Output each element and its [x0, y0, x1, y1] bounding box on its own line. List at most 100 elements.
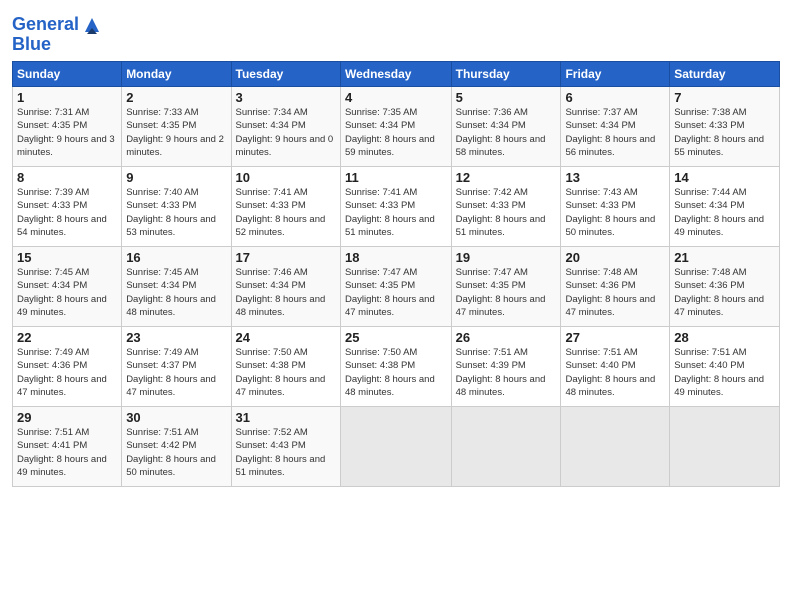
calendar-cell: 24 Sunrise: 7:50 AM Sunset: 4:38 PM Dayl…: [231, 327, 340, 407]
day-detail: Sunrise: 7:47 AM Sunset: 4:35 PM Dayligh…: [456, 267, 546, 318]
day-detail: Sunrise: 7:43 AM Sunset: 4:33 PM Dayligh…: [565, 187, 655, 238]
day-detail: Sunrise: 7:48 AM Sunset: 4:36 PM Dayligh…: [674, 267, 764, 318]
calendar-cell: 4 Sunrise: 7:35 AM Sunset: 4:34 PM Dayli…: [340, 87, 451, 167]
day-number: 6: [565, 90, 665, 105]
day-detail: Sunrise: 7:49 AM Sunset: 4:37 PM Dayligh…: [126, 347, 216, 398]
day-number: 19: [456, 250, 557, 265]
logo-blue-text: Blue: [12, 34, 103, 55]
day-detail: Sunrise: 7:39 AM Sunset: 4:33 PM Dayligh…: [17, 187, 107, 238]
calendar-cell: 27 Sunrise: 7:51 AM Sunset: 4:40 PM Dayl…: [561, 327, 670, 407]
day-number: 5: [456, 90, 557, 105]
day-detail: Sunrise: 7:38 AM Sunset: 4:33 PM Dayligh…: [674, 107, 764, 158]
day-number: 1: [17, 90, 117, 105]
day-detail: Sunrise: 7:42 AM Sunset: 4:33 PM Dayligh…: [456, 187, 546, 238]
calendar-cell: 14 Sunrise: 7:44 AM Sunset: 4:34 PM Dayl…: [670, 167, 780, 247]
day-detail: Sunrise: 7:52 AM Sunset: 4:43 PM Dayligh…: [236, 427, 326, 478]
day-number: 26: [456, 330, 557, 345]
day-detail: Sunrise: 7:50 AM Sunset: 4:38 PM Dayligh…: [236, 347, 326, 398]
day-detail: Sunrise: 7:44 AM Sunset: 4:34 PM Dayligh…: [674, 187, 764, 238]
calendar-week-1: 1 Sunrise: 7:31 AM Sunset: 4:35 PM Dayli…: [13, 87, 780, 167]
header: General Blue: [12, 10, 780, 55]
calendar-cell: 8 Sunrise: 7:39 AM Sunset: 4:33 PM Dayli…: [13, 167, 122, 247]
calendar-cell: [670, 407, 780, 487]
weekday-header-tuesday: Tuesday: [231, 62, 340, 87]
weekday-header-monday: Monday: [122, 62, 231, 87]
weekday-header-sunday: Sunday: [13, 62, 122, 87]
calendar-cell: 17 Sunrise: 7:46 AM Sunset: 4:34 PM Dayl…: [231, 247, 340, 327]
logo-general: General: [12, 14, 79, 34]
day-number: 13: [565, 170, 665, 185]
day-detail: Sunrise: 7:31 AM Sunset: 4:35 PM Dayligh…: [17, 107, 115, 158]
day-number: 16: [126, 250, 226, 265]
day-number: 7: [674, 90, 775, 105]
calendar-cell: 3 Sunrise: 7:34 AM Sunset: 4:34 PM Dayli…: [231, 87, 340, 167]
logo-icon: [81, 14, 103, 36]
day-detail: Sunrise: 7:45 AM Sunset: 4:34 PM Dayligh…: [126, 267, 216, 318]
weekday-header-friday: Friday: [561, 62, 670, 87]
calendar-cell: 7 Sunrise: 7:38 AM Sunset: 4:33 PM Dayli…: [670, 87, 780, 167]
calendar-cell: 18 Sunrise: 7:47 AM Sunset: 4:35 PM Dayl…: [340, 247, 451, 327]
calendar-cell: 2 Sunrise: 7:33 AM Sunset: 4:35 PM Dayli…: [122, 87, 231, 167]
day-number: 30: [126, 410, 226, 425]
calendar-cell: 9 Sunrise: 7:40 AM Sunset: 4:33 PM Dayli…: [122, 167, 231, 247]
page-container: General Blue SundayMondayTuesdayWednesda…: [0, 0, 792, 497]
day-number: 4: [345, 90, 447, 105]
day-detail: Sunrise: 7:40 AM Sunset: 4:33 PM Dayligh…: [126, 187, 216, 238]
calendar-cell: [340, 407, 451, 487]
day-number: 11: [345, 170, 447, 185]
day-number: 14: [674, 170, 775, 185]
weekday-header-saturday: Saturday: [670, 62, 780, 87]
day-detail: Sunrise: 7:36 AM Sunset: 4:34 PM Dayligh…: [456, 107, 546, 158]
day-number: 2: [126, 90, 226, 105]
calendar-cell: [451, 407, 561, 487]
day-number: 23: [126, 330, 226, 345]
calendar-cell: 1 Sunrise: 7:31 AM Sunset: 4:35 PM Dayli…: [13, 87, 122, 167]
calendar-week-3: 15 Sunrise: 7:45 AM Sunset: 4:34 PM Dayl…: [13, 247, 780, 327]
day-number: 28: [674, 330, 775, 345]
calendar-cell: 25 Sunrise: 7:50 AM Sunset: 4:38 PM Dayl…: [340, 327, 451, 407]
day-number: 12: [456, 170, 557, 185]
day-detail: Sunrise: 7:41 AM Sunset: 4:33 PM Dayligh…: [345, 187, 435, 238]
calendar-cell: 30 Sunrise: 7:51 AM Sunset: 4:42 PM Dayl…: [122, 407, 231, 487]
day-number: 20: [565, 250, 665, 265]
calendar-cell: 23 Sunrise: 7:49 AM Sunset: 4:37 PM Dayl…: [122, 327, 231, 407]
day-detail: Sunrise: 7:45 AM Sunset: 4:34 PM Dayligh…: [17, 267, 107, 318]
calendar-cell: 29 Sunrise: 7:51 AM Sunset: 4:41 PM Dayl…: [13, 407, 122, 487]
day-detail: Sunrise: 7:41 AM Sunset: 4:33 PM Dayligh…: [236, 187, 326, 238]
day-number: 25: [345, 330, 447, 345]
day-detail: Sunrise: 7:51 AM Sunset: 4:39 PM Dayligh…: [456, 347, 546, 398]
calendar-cell: 5 Sunrise: 7:36 AM Sunset: 4:34 PM Dayli…: [451, 87, 561, 167]
calendar-cell: 15 Sunrise: 7:45 AM Sunset: 4:34 PM Dayl…: [13, 247, 122, 327]
calendar-cell: 16 Sunrise: 7:45 AM Sunset: 4:34 PM Dayl…: [122, 247, 231, 327]
day-detail: Sunrise: 7:51 AM Sunset: 4:40 PM Dayligh…: [565, 347, 655, 398]
weekday-header-thursday: Thursday: [451, 62, 561, 87]
logo-text: General: [12, 15, 79, 35]
day-number: 29: [17, 410, 117, 425]
calendar-cell: 10 Sunrise: 7:41 AM Sunset: 4:33 PM Dayl…: [231, 167, 340, 247]
day-detail: Sunrise: 7:47 AM Sunset: 4:35 PM Dayligh…: [345, 267, 435, 318]
calendar-cell: 19 Sunrise: 7:47 AM Sunset: 4:35 PM Dayl…: [451, 247, 561, 327]
day-detail: Sunrise: 7:37 AM Sunset: 4:34 PM Dayligh…: [565, 107, 655, 158]
day-number: 9: [126, 170, 226, 185]
day-number: 8: [17, 170, 117, 185]
day-detail: Sunrise: 7:51 AM Sunset: 4:40 PM Dayligh…: [674, 347, 764, 398]
day-number: 17: [236, 250, 336, 265]
day-detail: Sunrise: 7:46 AM Sunset: 4:34 PM Dayligh…: [236, 267, 326, 318]
day-detail: Sunrise: 7:51 AM Sunset: 4:42 PM Dayligh…: [126, 427, 216, 478]
calendar-table: SundayMondayTuesdayWednesdayThursdayFrid…: [12, 61, 780, 487]
day-number: 15: [17, 250, 117, 265]
weekday-header-wednesday: Wednesday: [340, 62, 451, 87]
day-detail: Sunrise: 7:50 AM Sunset: 4:38 PM Dayligh…: [345, 347, 435, 398]
calendar-cell: [561, 407, 670, 487]
calendar-week-4: 22 Sunrise: 7:49 AM Sunset: 4:36 PM Dayl…: [13, 327, 780, 407]
calendar-cell: 12 Sunrise: 7:42 AM Sunset: 4:33 PM Dayl…: [451, 167, 561, 247]
day-detail: Sunrise: 7:48 AM Sunset: 4:36 PM Dayligh…: [565, 267, 655, 318]
day-detail: Sunrise: 7:49 AM Sunset: 4:36 PM Dayligh…: [17, 347, 107, 398]
calendar-cell: 6 Sunrise: 7:37 AM Sunset: 4:34 PM Dayli…: [561, 87, 670, 167]
calendar-cell: 21 Sunrise: 7:48 AM Sunset: 4:36 PM Dayl…: [670, 247, 780, 327]
calendar-cell: 26 Sunrise: 7:51 AM Sunset: 4:39 PM Dayl…: [451, 327, 561, 407]
calendar-cell: 31 Sunrise: 7:52 AM Sunset: 4:43 PM Dayl…: [231, 407, 340, 487]
calendar-week-5: 29 Sunrise: 7:51 AM Sunset: 4:41 PM Dayl…: [13, 407, 780, 487]
calendar-cell: 22 Sunrise: 7:49 AM Sunset: 4:36 PM Dayl…: [13, 327, 122, 407]
calendar-cell: 28 Sunrise: 7:51 AM Sunset: 4:40 PM Dayl…: [670, 327, 780, 407]
